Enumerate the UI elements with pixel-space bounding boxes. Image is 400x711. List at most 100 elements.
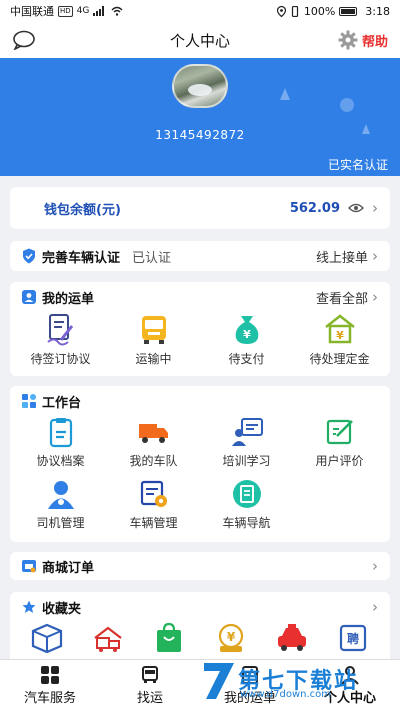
status-left: 中国联通 HD 4G bbox=[10, 3, 123, 19]
wallet-card[interactable]: 钱包余额(元) 562.09 › bbox=[10, 187, 390, 229]
favorites-label: 收藏夹 bbox=[42, 601, 82, 617]
tab-personal-center[interactable]: 个人中心 bbox=[300, 660, 400, 711]
status-bar: 中国联通 HD 4G 100% 3:18 bbox=[0, 0, 400, 22]
vibrate-icon bbox=[291, 5, 298, 17]
hd-badge: HD bbox=[58, 5, 73, 17]
wb-vehicle-management[interactable]: 车辆管理 bbox=[107, 478, 200, 540]
taxi-icon bbox=[277, 624, 306, 651]
navigation-icon bbox=[232, 480, 261, 508]
my-orders-header: 我的运单 查看全部 › bbox=[10, 282, 390, 312]
store-icon bbox=[22, 560, 36, 573]
wb-my-fleet[interactable]: 我的车队 bbox=[107, 416, 200, 478]
online-order-label: 线上接单 bbox=[315, 250, 368, 266]
tab-car-service[interactable]: 汽车服务 bbox=[0, 660, 100, 711]
order-in-transit-label: 运输中 bbox=[135, 352, 172, 366]
svg-text:¥: ¥ bbox=[226, 630, 235, 644]
bottom-tab-bar: 汽车服务 找运 我的运单 个人中心 bbox=[0, 659, 400, 711]
view-all-link[interactable]: 查看全部 › bbox=[316, 288, 378, 307]
wb-training-label: 培训学习 bbox=[222, 454, 271, 468]
training-icon bbox=[231, 418, 263, 446]
vehicle-settings-icon bbox=[140, 480, 167, 507]
help-button[interactable]: 帮助 bbox=[338, 30, 388, 50]
chevron-right-icon[interactable]: › bbox=[372, 598, 378, 616]
my-orders-card: 我的运单 查看全部 › 待签订协议 运输中 ¥ 待支付 ¥ 待处理定金 bbox=[10, 282, 390, 376]
eye-icon[interactable] bbox=[348, 203, 364, 213]
wb-empty-slot bbox=[293, 478, 386, 540]
grid-apps-icon bbox=[22, 394, 36, 408]
wb-vehicle-navigation[interactable]: 车辆导航 bbox=[200, 478, 293, 540]
location-icon bbox=[276, 5, 286, 17]
workbench-label: 工作台 bbox=[42, 395, 82, 411]
network-label: 4G bbox=[76, 6, 90, 16]
decor-sail bbox=[280, 88, 290, 100]
gear-icon bbox=[338, 30, 358, 50]
vehicle-cert-card[interactable]: 完善车辆认证 已认证 线上接单 › bbox=[10, 241, 390, 271]
fav-item-taxi[interactable] bbox=[261, 622, 322, 654]
tab-my-waybill[interactable]: 我的运单 bbox=[200, 660, 300, 711]
workbench-grid-row2: 司机管理 车辆管理 车辆导航 bbox=[10, 478, 390, 540]
order-pending-payment-label: 待支付 bbox=[228, 352, 265, 366]
fav-item-shopping[interactable] bbox=[139, 622, 200, 654]
wifi-icon bbox=[111, 6, 123, 16]
clock: 3:18 bbox=[365, 4, 390, 18]
svg-text:¥: ¥ bbox=[243, 328, 251, 341]
favorites-title: 收藏夹 bbox=[22, 598, 81, 617]
house-deposit-icon: ¥ bbox=[324, 314, 355, 344]
truck-front-icon bbox=[142, 666, 158, 683]
my-orders-label: 我的运单 bbox=[42, 291, 95, 307]
mall-orders-card[interactable]: 商城订单 › bbox=[10, 552, 390, 580]
decor-circle bbox=[340, 98, 354, 112]
wb-user-review[interactable]: 用户评价 bbox=[293, 416, 386, 478]
chat-bubble-icon[interactable] bbox=[12, 30, 36, 50]
battery-icon bbox=[339, 6, 358, 16]
wb-my-fleet-label: 我的车队 bbox=[129, 454, 178, 468]
wb-driver-management[interactable]: 司机管理 bbox=[14, 478, 107, 540]
mall-orders-label: 商城订单 bbox=[42, 560, 95, 576]
user-card-icon bbox=[22, 290, 36, 304]
vehicle-cert-status: 已认证 bbox=[132, 250, 172, 266]
svg-text:¥: ¥ bbox=[336, 329, 344, 342]
wb-agreement-archive-label: 协议档案 bbox=[36, 454, 85, 468]
bus-icon bbox=[141, 316, 166, 344]
fav-item-delivery[interactable] bbox=[77, 622, 138, 654]
favorites-icons: ¥ 聘 bbox=[10, 622, 390, 654]
vehicle-cert-label: 完善车辆认证 bbox=[42, 250, 121, 266]
favorites-card: 收藏夹 › ¥ 聘 bbox=[10, 592, 390, 666]
wb-training[interactable]: 培训学习 bbox=[200, 416, 293, 478]
favorites-header: 收藏夹 › bbox=[10, 592, 390, 622]
verified-label[interactable]: 已实名认证 bbox=[328, 156, 388, 173]
fav-item-recruit[interactable]: 聘 bbox=[322, 622, 383, 654]
wb-vehicle-navigation-label: 车辆导航 bbox=[222, 516, 271, 530]
mall-orders-title: 商城订单 bbox=[22, 557, 94, 576]
profile-header: 13145492872 已实名认证 bbox=[0, 58, 400, 176]
help-label: 帮助 bbox=[361, 34, 388, 50]
fav-item-box[interactable] bbox=[16, 622, 77, 654]
tab-my-waybill-label: 我的运单 bbox=[223, 691, 276, 706]
workbench-title: 工作台 bbox=[22, 392, 81, 411]
wb-vehicle-management-label: 车辆管理 bbox=[129, 516, 178, 530]
tab-car-service-label: 汽车服务 bbox=[23, 691, 76, 706]
money-car-icon: ¥ bbox=[218, 623, 243, 652]
wallet-amount: 562.09 bbox=[289, 200, 340, 216]
online-order-link[interactable]: 线上接单 › bbox=[316, 247, 378, 266]
wb-agreement-archive[interactable]: 协议档案 bbox=[14, 416, 107, 478]
order-pending-sign-label: 待签订协议 bbox=[30, 352, 91, 366]
order-in-transit[interactable]: 运输中 bbox=[107, 312, 200, 367]
order-pending-sign[interactable]: 待签订协议 bbox=[14, 312, 107, 367]
tab-personal-center-label: 个人中心 bbox=[323, 691, 376, 706]
status-right: 100% 3:18 bbox=[276, 4, 390, 18]
review-icon bbox=[326, 419, 353, 445]
order-pending-deposit[interactable]: ¥ 待处理定金 bbox=[293, 312, 386, 367]
wallet-label: 钱包余额(元) bbox=[44, 202, 121, 218]
chevron-right-icon: › bbox=[372, 557, 378, 575]
person-icon bbox=[341, 666, 359, 685]
wb-user-review-label: 用户评价 bbox=[315, 454, 364, 468]
truck-icon bbox=[138, 424, 168, 443]
vehicle-cert-title: 完善车辆认证 已认证 bbox=[22, 247, 171, 266]
avatar[interactable] bbox=[172, 64, 228, 108]
order-pending-payment[interactable]: ¥ 待支付 bbox=[200, 312, 293, 367]
fav-item-car-loan[interactable]: ¥ bbox=[200, 622, 261, 654]
view-all-label: 查看全部 bbox=[315, 291, 368, 307]
tab-find-freight[interactable]: 找运 bbox=[100, 660, 200, 711]
svg-text:聘: 聘 bbox=[347, 631, 359, 646]
